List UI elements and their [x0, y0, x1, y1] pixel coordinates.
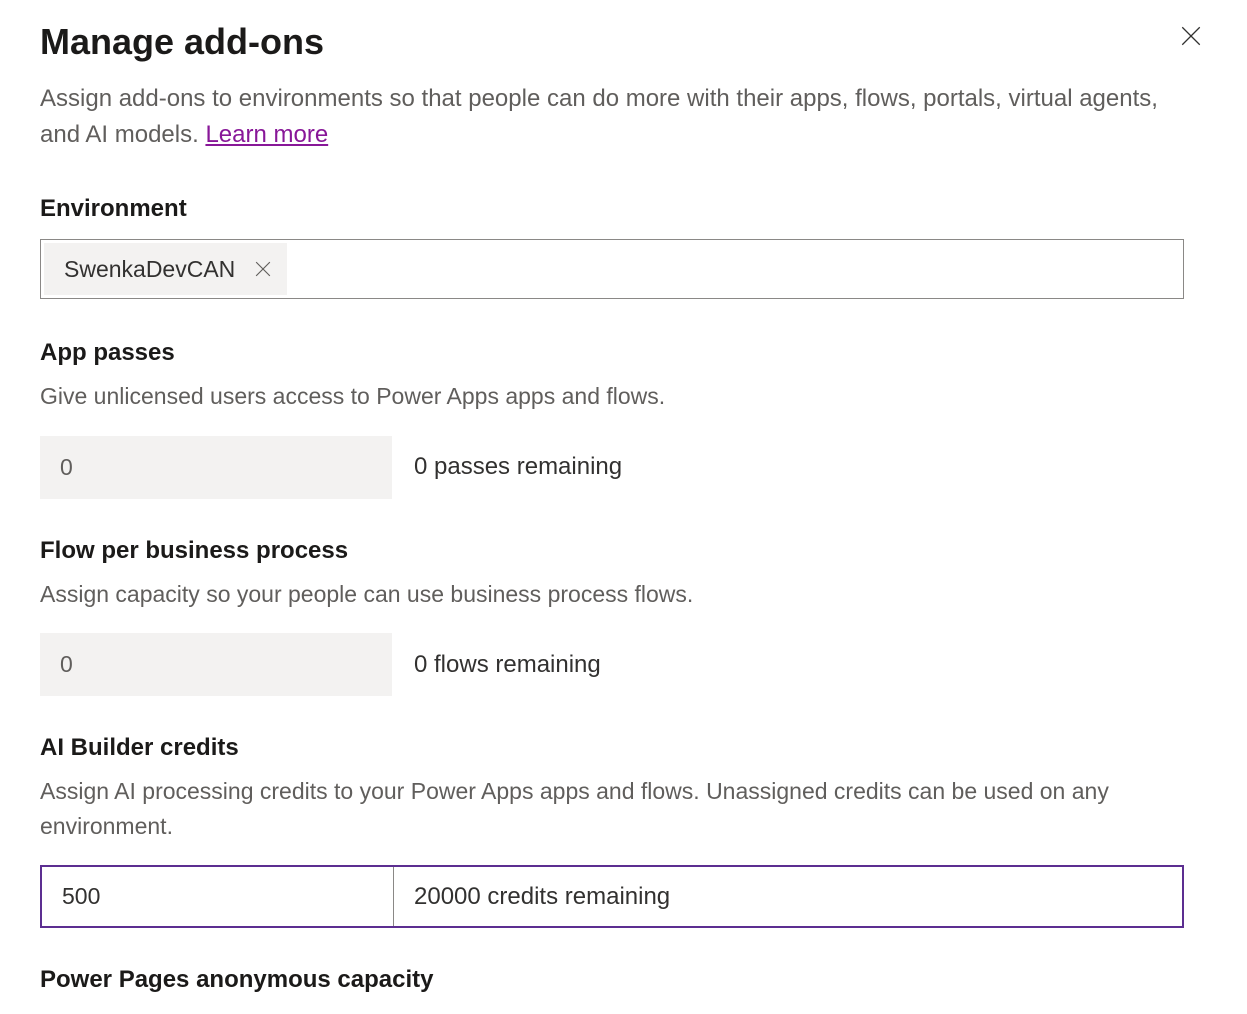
flow-process-section: Flow per business process Assign capacit…	[40, 537, 1207, 697]
app-passes-input[interactable]	[40, 436, 392, 499]
environment-chip-label: SwenkaDevCAN	[64, 256, 235, 283]
environment-label: Environment	[40, 195, 1207, 223]
app-passes-section: App passes Give unlicensed users access …	[40, 339, 1207, 499]
ai-builder-description: Assign AI processing credits to your Pow…	[40, 774, 1190, 843]
flow-process-input[interactable]	[40, 633, 392, 696]
flow-process-remaining: 0 flows remaining	[414, 651, 601, 679]
close-icon	[255, 261, 271, 277]
ai-builder-title: AI Builder credits	[40, 734, 1207, 762]
app-passes-remaining: 0 passes remaining	[414, 453, 622, 481]
ai-builder-input[interactable]	[42, 867, 394, 926]
flow-process-title: Flow per business process	[40, 537, 1207, 565]
app-passes-title: App passes	[40, 339, 1207, 367]
learn-more-link[interactable]: Learn more	[205, 121, 328, 148]
ai-builder-section: AI Builder credits Assign AI processing …	[40, 734, 1207, 928]
close-button[interactable]	[1175, 20, 1207, 52]
close-icon	[1181, 26, 1201, 46]
environment-chip: SwenkaDevCAN	[44, 243, 287, 295]
page-title: Manage add-ons	[40, 20, 324, 63]
power-pages-anon-title: Power Pages anonymous capacity	[40, 966, 1207, 994]
flow-process-description: Assign capacity so your people can use b…	[40, 577, 1190, 612]
app-passes-description: Give unlicensed users access to Power Ap…	[40, 379, 1190, 414]
environment-chip-remove-button[interactable]	[253, 259, 273, 279]
page-description: Assign add-ons to environments so that p…	[40, 81, 1190, 153]
environment-picker[interactable]: SwenkaDevCAN	[40, 239, 1184, 299]
ai-builder-remaining: 20000 credits remaining	[394, 867, 1182, 926]
